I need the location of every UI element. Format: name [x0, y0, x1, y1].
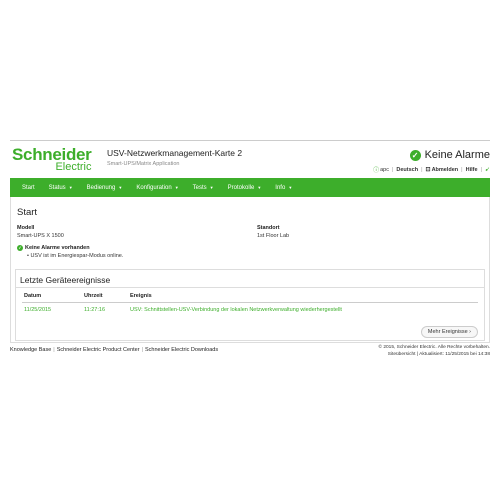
user-name: apc	[380, 166, 389, 173]
nav-bedienung[interactable]: Bedienung ▼	[87, 185, 123, 191]
nav-konfiguration-label: Konfiguration	[136, 184, 172, 191]
model-value: Smart-UPS X 1500	[17, 233, 64, 239]
check-circle-icon: ✓	[17, 245, 23, 251]
header: Schneider Electric USV-Netzwerkmanagemen…	[10, 140, 490, 178]
separator: |	[480, 166, 482, 173]
page-title: Start	[17, 207, 38, 218]
footer-info: © 2015, Schneider Electric. Alle Rechte …	[378, 345, 490, 359]
column-header-time: Uhrzeit	[84, 293, 103, 299]
column-header-event: Ereignis	[130, 293, 152, 299]
event-description[interactable]: USV: Schnittstellen-USV-Verbindung der l…	[130, 307, 342, 313]
divider	[22, 302, 478, 303]
footer-link-product-center[interactable]: Schneider Electric Product Center	[57, 347, 140, 353]
nav-status-label: Status	[48, 184, 66, 191]
status-detail: • USV ist im Energiespar-Modus online.	[27, 253, 124, 259]
logout-link[interactable]: ⊡ Abmelden	[425, 166, 459, 174]
nav-protokolle[interactable]: Protokolle ▼	[228, 185, 262, 191]
separator: |	[141, 347, 143, 353]
footer-links: Knowledge Base | Schneider Electric Prod…	[10, 347, 218, 353]
separator: |	[421, 166, 423, 173]
more-events-button[interactable]: Mehr Ereignisse ›	[420, 326, 478, 338]
nav-tests[interactable]: Tests ▼	[193, 185, 214, 191]
event-date: 11/25/2015	[24, 307, 52, 313]
alarm-status[interactable]: ✓ Keine Alarme	[409, 149, 490, 161]
separator: |	[53, 347, 55, 353]
last-updated: Aktualisiert: 11/25/2015 bei 14:38	[419, 351, 490, 357]
status-summary: ✓ Keine Alarme vorhanden	[17, 245, 90, 251]
caret-down-icon: ▼	[288, 185, 293, 190]
logout-icon: ⊡	[425, 167, 431, 173]
app-title: USV-Netzwerkmanagement-Karte 2	[107, 148, 243, 158]
separator: |	[461, 166, 463, 173]
nav-tests-label: Tests	[192, 184, 207, 191]
caret-down-icon: ▼	[68, 185, 73, 190]
app-subtitle: Smart-UPS/Matrix Application	[107, 161, 180, 167]
sitemap-link[interactable]: Siteübersicht	[388, 352, 416, 357]
recent-events-panel: Letzte Geräteereignisse Datum Uhrzeit Er…	[15, 269, 485, 341]
schneider-logo[interactable]: Schneider Electric	[12, 146, 92, 173]
nav-info-label: Info	[275, 184, 286, 191]
user-icon: ⓘ	[373, 168, 380, 174]
nav-bedienung-label: Bedienung	[86, 184, 116, 191]
column-header-date: Datum	[24, 293, 42, 299]
caret-down-icon: ▼	[118, 185, 123, 190]
events-title: Letzte Geräteereignisse	[20, 275, 111, 285]
model-label: Modell	[17, 225, 35, 231]
nav-start-label: Start	[22, 184, 35, 191]
language-link[interactable]: Deutsch	[396, 167, 418, 173]
main-nav: Start Status ▼ Bedienung ▼ Konfiguration ▼ …	[10, 178, 490, 197]
main-content: Start Modell Smart-UPS X 1500 Standort 1…	[10, 197, 490, 343]
bookmark-icon[interactable]: ➹	[485, 166, 490, 173]
app-name: USV-Netzwerkmanagement-Karte 2 Smart-UPS…	[107, 148, 242, 167]
location-value: 1st Floor Lab	[257, 233, 290, 239]
location-label: Standort	[257, 225, 280, 231]
user-link[interactable]: ⓘ apc	[373, 165, 389, 175]
footer-link-downloads[interactable]: Schneider Electric Downloads	[145, 347, 218, 353]
copyright: © 2015, Schneider Electric. Alle Rechte …	[378, 345, 490, 350]
footer-meta: Siteübersicht | Aktualisiert: 11/25/2015…	[378, 352, 490, 359]
caret-down-icon: ▼	[257, 185, 262, 190]
nav-status[interactable]: Status ▼	[49, 185, 73, 191]
utility-bar: ⓘ apc | Deutsch | ⊡ Abmelden | Hilfe | ➹	[373, 165, 490, 175]
alarm-status-text: Keine Alarme	[424, 149, 490, 161]
status-title: Keine Alarme vorhanden	[25, 245, 90, 251]
divider	[16, 287, 484, 288]
nav-start[interactable]: Start	[22, 185, 35, 191]
help-link[interactable]: Hilfe	[466, 167, 478, 173]
nav-protokolle-label: Protokolle	[227, 184, 255, 191]
app-window: Schneider Electric USV-Netzwerkmanagemen…	[10, 140, 490, 362]
caret-down-icon: ▼	[209, 185, 214, 190]
check-circle-icon: ✓	[409, 149, 421, 161]
separator: |	[391, 166, 394, 173]
event-time: 11:27:16	[84, 307, 106, 313]
logout-label: Abmelden	[431, 166, 459, 173]
nav-info[interactable]: Info ▼	[275, 185, 292, 191]
caret-down-icon: ▼	[174, 185, 179, 190]
footer-link-knowledge-base[interactable]: Knowledge Base	[10, 347, 51, 353]
nav-konfiguration[interactable]: Konfiguration ▼	[136, 185, 178, 191]
